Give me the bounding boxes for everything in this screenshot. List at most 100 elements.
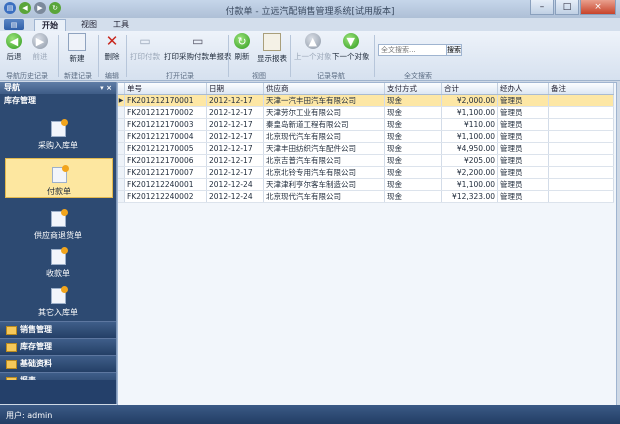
table-cell[interactable]: FK201212170002 [124,106,207,119]
table-cell[interactable]: 天津丰田纺织汽车配件公司 [263,142,385,155]
table-cell[interactable] [548,94,614,107]
col-payment-method[interactable]: 支付方式 [384,83,442,95]
table-cell[interactable]: 2012-12-17 [206,142,264,155]
table-cell[interactable]: 管理员 [497,154,549,167]
table-cell[interactable]: 2012-12-24 [206,178,264,191]
table-cell[interactable]: 2012-12-24 [206,190,264,203]
table-cell[interactable]: FK201212170001 [124,94,207,107]
table-cell[interactable]: 2012-12-17 [206,118,264,131]
table-cell[interactable]: FK201212170006 [124,154,207,167]
nav-group-sales[interactable]: 销售管理 [0,321,116,338]
table-cell[interactable]: 天津津利亨尔客车制造公司 [263,178,385,191]
table-cell[interactable]: 2012-12-17 [206,154,264,167]
table-cell[interactable]: 管理员 [497,118,549,131]
table-row[interactable]: FK201212170004 2012-12-17 北京现代汽车有限公司 现金 ¥1,1… [118,130,614,143]
table-cell[interactable] [548,166,614,179]
table-cell[interactable]: FK201212240002 [124,190,207,203]
nav-item-supplier-return[interactable]: 供应商退货单 [5,203,111,241]
tab-tools[interactable]: 工具 [106,19,136,31]
table-cell[interactable]: ¥4,950.00 [441,142,498,155]
nav-item-other-inbound[interactable]: 其它入库单 [5,280,111,318]
table-cell[interactable]: FK201212240001 [124,178,207,191]
nav-item-receipt[interactable]: 收款单 [5,241,111,279]
col-date[interactable]: 日期 [206,83,264,95]
nav-item-purchase-inbound[interactable]: 采购入库单 [5,113,111,151]
col-order-no[interactable]: 单号 [124,83,207,95]
table-cell[interactable]: 2012-12-17 [206,94,264,107]
print-record-button[interactable]: ▭ 打印付款 [130,33,160,62]
table-cell[interactable] [548,190,614,203]
table-cell[interactable]: FK201212170005 [124,142,207,155]
nav-group-inventory[interactable]: 库存管理 [0,338,116,355]
back-button[interactable]: ◀ 后退 [6,33,22,62]
col-remark[interactable]: 备注 [548,83,614,95]
table-cell[interactable] [548,142,614,155]
table-cell[interactable]: 现金 [384,106,442,119]
nav-item-payment[interactable]: 付款单 [5,158,113,198]
table-cell[interactable]: 现金 [384,154,442,167]
col-handler[interactable]: 经办人 [497,83,549,95]
table-cell[interactable] [548,154,614,167]
table-cell[interactable]: ¥1,100.00 [441,130,498,143]
refresh-button[interactable]: ↻ 刷新 [234,33,250,62]
table-cell[interactable]: 现金 [384,142,442,155]
table-cell[interactable]: 2012-12-17 [206,166,264,179]
table-cell[interactable]: 北京吉普汽车有限公司 [263,154,385,167]
table-cell[interactable]: 管理员 [497,166,549,179]
table-cell[interactable]: ¥2,200.00 [441,166,498,179]
table-cell[interactable]: FK201212170004 [124,130,207,143]
col-supplier[interactable]: 供应商 [263,83,385,95]
table-row[interactable]: ▶ FK201212170001 2012-12-17 天津一汽丰田汽车有限公司 现金 ¥… [118,94,614,107]
table-cell[interactable]: ¥1,100.00 [441,106,498,119]
minimize-button[interactable]: – [530,0,554,15]
next-record-button[interactable]: ▼ 下一个对象 [332,33,370,62]
application-menu-button[interactable]: ▤ [4,19,24,30]
table-cell[interactable]: 现金 [384,94,442,107]
tab-view[interactable]: 视图 [74,19,104,31]
table-row[interactable]: FK201212170007 2012-12-17 北京北铃专用汽车有限公司 现金 ¥2… [118,166,614,179]
table-cell[interactable]: ¥1,100.00 [441,178,498,191]
table-cell[interactable] [548,118,614,131]
table-row[interactable]: FK201212240001 2012-12-24 天津津利亨尔客车制造公司 现金 ¥1… [118,178,614,191]
table-cell[interactable]: 现金 [384,178,442,191]
close-button[interactable]: × [580,0,616,15]
table-cell[interactable]: 2012-12-17 [206,106,264,119]
table-cell[interactable]: 管理员 [497,94,549,107]
search-button[interactable]: 搜索 [446,44,462,56]
table-cell[interactable]: 北京现代汽车有限公司 [263,190,385,203]
search-input[interactable] [378,44,448,56]
show-report-button[interactable]: 显示报表 [257,33,287,64]
table-cell[interactable]: 北京北铃专用汽车有限公司 [263,166,385,179]
table-cell[interactable]: 管理员 [497,130,549,143]
table-row[interactable]: FK201212170005 2012-12-17 天津丰田纺织汽车配件公司 现金 ¥4… [118,142,614,155]
table-cell[interactable]: 北京现代汽车有限公司 [263,130,385,143]
col-total[interactable]: 合计 [441,83,498,95]
table-row[interactable]: FK201212170003 2012-12-17 秦皇岛新道工程有限公司 现金 ¥11… [118,118,614,131]
prev-record-button[interactable]: ▲ 上一个对象 [294,33,332,62]
table-cell[interactable] [548,178,614,191]
table-cell[interactable] [548,130,614,143]
table-row[interactable]: FK201212170002 2012-12-17 天津劳尔工业有限公司 现金 ¥1,1… [118,106,614,119]
table-cell[interactable]: 管理员 [497,190,549,203]
table-cell[interactable]: 现金 [384,190,442,203]
print-purchase-report-button[interactable]: ▭ 打印采购付款单报表 [164,33,232,62]
table-cell[interactable]: FK201212170007 [124,166,207,179]
table-cell[interactable]: ¥2,000.00 [441,94,498,107]
table-cell[interactable]: FK201212170003 [124,118,207,131]
table-cell[interactable]: 管理员 [497,106,549,119]
table-cell[interactable]: 管理员 [497,142,549,155]
table-cell[interactable]: 天津劳尔工业有限公司 [263,106,385,119]
table-cell[interactable]: ¥110.00 [441,118,498,131]
forward-button[interactable]: ▶ 前进 [32,33,48,62]
table-cell[interactable]: 现金 [384,130,442,143]
table-cell[interactable]: 现金 [384,118,442,131]
table-cell[interactable]: 秦皇岛新道工程有限公司 [263,118,385,131]
table-cell[interactable]: ¥205.00 [441,154,498,167]
new-button[interactable]: 新建 [68,33,86,64]
table-cell[interactable] [548,106,614,119]
delete-button[interactable]: ✕ 删除 [104,32,120,62]
nav-group-basic-data[interactable]: 基础资料 [0,355,116,372]
table-cell[interactable]: 管理员 [497,178,549,191]
nav-pane-close-icon[interactable]: ▾ × [100,82,112,94]
table-row[interactable]: FK201212240002 2012-12-24 北京现代汽车有限公司 现金 ¥12,… [118,190,614,203]
